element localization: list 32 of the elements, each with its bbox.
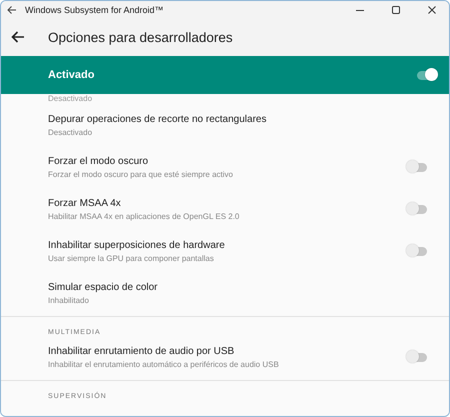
setting-title: Forzar MSAA 4x (48, 198, 122, 208)
back-arrow-icon[interactable] (11, 31, 25, 43)
maximize-icon[interactable] (391, 4, 401, 14)
setting-summary: Habilitar MSAA 4x en aplicaciones de OpenGL ES 2.0 (48, 212, 240, 220)
switch-label: Activado (48, 69, 94, 81)
setting-row[interactable]: Inhabilitar superposiciones de hardware Usar siempre la GPU para componer pantallas (1, 230, 449, 272)
setting-row[interactable]: Simular espacio de color Inhabilitado (1, 272, 449, 314)
setting-title: Simular espacio de color (48, 282, 158, 292)
back-arrow-icon[interactable] (7, 4, 17, 14)
setting-summary: Desactivado (48, 128, 94, 136)
setting-title: Forzar el modo oscuro (48, 156, 150, 166)
setting-summary: Forzar el modo oscuro para que esté siempre activo (48, 170, 234, 178)
setting-row[interactable]: Forzar el modo oscuro Forzar el modo oscuro para que esté siempre activo (1, 146, 449, 188)
close-icon[interactable] (427, 4, 437, 14)
setting-summary: Desactivado (47, 94, 94, 104)
setting-row[interactable]: Forzar MSAA 4x Habilitar MSAA 4x en aplicaciones de OpenGL ES 2.0 (1, 188, 449, 230)
setting-title: Inhabilitar enrutamiento de audio por USB (48, 346, 236, 356)
master-switch-bar[interactable]: Activado (1, 56, 449, 94)
window-title: Windows Subsystem for Android™ (25, 4, 164, 14)
setting-title: Inhabilitar superposiciones de hardware (48, 240, 226, 250)
setting-title: Depurar operaciones de recorte no rectangulares (48, 114, 268, 124)
page-title: Opciones para desarrolladores (48, 30, 233, 44)
toggle-switch[interactable] (409, 352, 427, 362)
setting-summary: Inhabilitar el enrutamiento automático a periféricos de audio USB (48, 360, 280, 368)
setting-summary: Usar siempre la GPU para componer pantallas (48, 254, 215, 262)
toggle-switch[interactable] (409, 204, 427, 214)
toggle-switch[interactable] (409, 246, 427, 256)
setting-summary: Inhabilitado (48, 296, 90, 304)
toggle-switch[interactable] (417, 70, 435, 80)
toggle-switch[interactable] (409, 162, 427, 172)
setting-row[interactable]: Inhabilitar enrutamiento de audio por USB Inhabilitar el enrutamiento automático a periféricos de audio USB (1, 336, 449, 378)
setting-row[interactable]: Depurar operaciones de recorte no rectangulares Desactivado (1, 104, 449, 146)
